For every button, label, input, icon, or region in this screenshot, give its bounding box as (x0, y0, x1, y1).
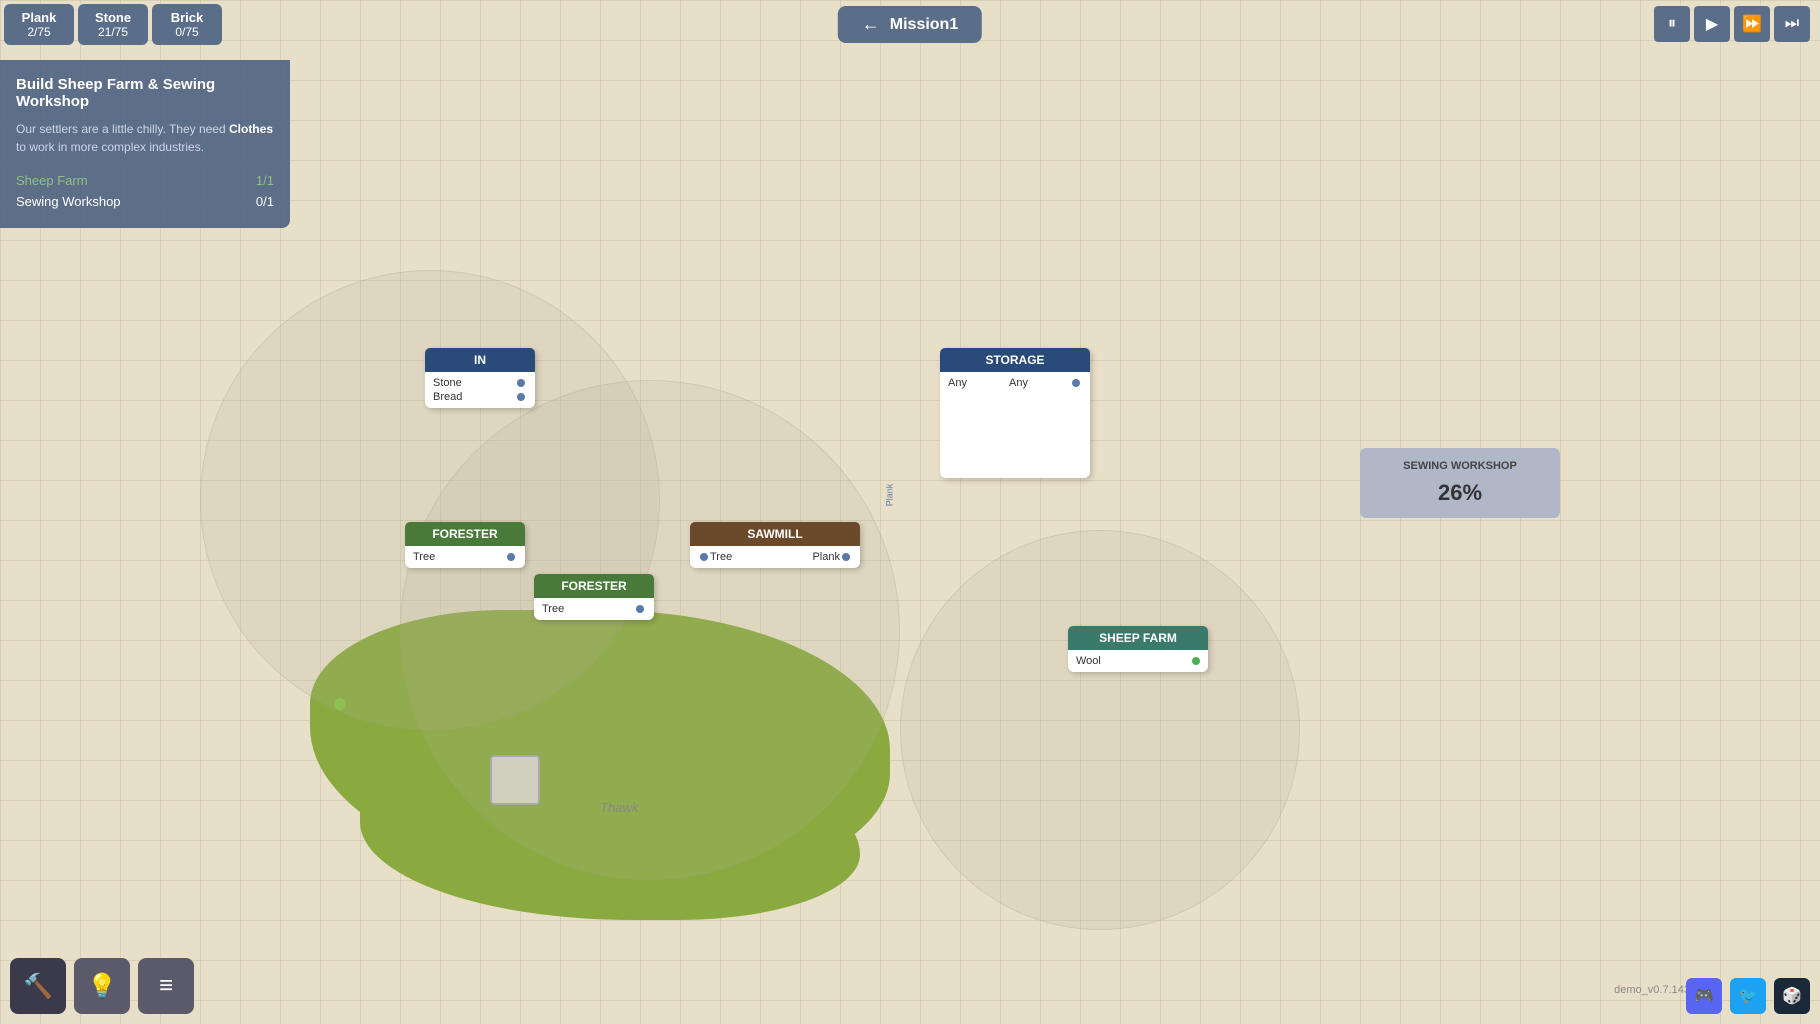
objective-sewing-workshop: Sewing Workshop 0/1 (16, 191, 274, 212)
fast-forward-button[interactable]: ⏩ (1734, 6, 1770, 42)
forester2-header: FORESTER (534, 574, 654, 598)
in-bread-row: Bread (433, 390, 527, 404)
pause-button[interactable]: ⏸ (1654, 6, 1690, 42)
forester1-tree-label: Tree (413, 551, 435, 563)
influence-circle-sheep (900, 530, 1300, 930)
forester1-body: Tree (405, 546, 525, 568)
bottom-toolbar: 🔨 💡 ≡ (10, 958, 194, 1014)
bulb-tool-button[interactable]: 💡 (74, 958, 130, 1014)
storage-node-body: Any Any (940, 372, 1090, 394)
sawmill-tree-in-port (700, 553, 708, 561)
discord-button[interactable]: 🎮 (1686, 978, 1722, 1014)
sheep-farm-wool-row: Wool (1076, 654, 1200, 668)
in-stone-label: Stone (433, 377, 462, 389)
in-node[interactable]: IN Stone Bread (425, 348, 535, 408)
sawmill-row: Tree Plank (698, 550, 852, 564)
speed-controls: ⏸ ▶ ⏩ ⏭ (1654, 6, 1810, 42)
menu-tool-button[interactable]: ≡ (138, 958, 194, 1014)
in-node-header: IN (425, 348, 535, 372)
sheep-farm-body: Wool (1068, 650, 1208, 672)
panel-title: Build Sheep Farm & Sewing Workshop (16, 76, 274, 110)
mission-back-button[interactable]: ← (862, 14, 880, 35)
panel-keyword: Clothes (229, 122, 273, 136)
objective-sewing-workshop-label: Sewing Workshop (16, 194, 121, 209)
forester1-node[interactable]: FORESTER Tree (405, 522, 525, 568)
forester2-tree-port (636, 605, 644, 613)
sheep-farm-node[interactable]: SHEEP FARM Wool (1068, 626, 1208, 672)
forester2-tree-row: Tree (542, 602, 646, 616)
sawmill-plank-port (842, 553, 850, 561)
sewing-workshop-panel[interactable]: SEWING WORKSHOP 26% (1360, 448, 1560, 518)
skip-button[interactable]: ⏭ (1774, 6, 1810, 42)
mission-panel: Build Sheep Farm & Sewing Workshop Our s… (0, 60, 290, 228)
objective-sheep-farm: Sheep Farm 1/1 (16, 170, 274, 191)
steam-button[interactable]: 🎲 (1774, 978, 1810, 1014)
in-bread-port (517, 393, 525, 401)
mission-title-text: Mission1 (890, 16, 958, 34)
influence-circle-2 (400, 380, 900, 880)
sewing-workshop-title: SEWING WORKSHOP (1380, 460, 1540, 472)
forester2-node[interactable]: FORESTER Tree (534, 574, 654, 620)
forester1-header: FORESTER (405, 522, 525, 546)
objective-sheep-farm-label: Sheep Farm (16, 173, 88, 188)
version-text: demo_v0.7.143 (1614, 984, 1690, 996)
in-node-body: Stone Bread (425, 372, 535, 408)
hammer-tool-button[interactable]: 🔨 (10, 958, 66, 1014)
play-button[interactable]: ▶ (1694, 6, 1730, 42)
in-stone-port (517, 379, 525, 387)
forester2-tree-label: Tree (542, 603, 564, 615)
twitter-button[interactable]: 🐦 (1730, 978, 1766, 1014)
sheep-farm-active-dot (1192, 657, 1200, 665)
forester2-body: Tree (534, 598, 654, 620)
resource-bar: Plank 2/75 Stone 21/75 Brick 0/75 (0, 0, 226, 49)
sawmill-tree-label: Tree (710, 551, 732, 563)
resource-stone: Stone 21/75 (78, 4, 148, 45)
resource-plank: Plank 2/75 (4, 4, 74, 45)
forester1-tree-row: Tree (413, 550, 517, 564)
storage-any-right: Any (1009, 377, 1028, 389)
sawmill-body: Tree Plank (690, 546, 860, 568)
storage-any-row: Any Any (948, 376, 1082, 390)
panel-description: Our settlers are a little chilly. They n… (16, 120, 274, 156)
storage-node[interactable]: STORAGE Any Any (940, 348, 1090, 478)
sawmill-node[interactable]: SAWMILL Tree Plank (690, 522, 860, 568)
mission-title-bar: ← Mission1 (838, 6, 982, 43)
storage-node-header: STORAGE (940, 348, 1090, 372)
in-stone-row: Stone (433, 376, 527, 390)
map-building-marker (490, 755, 540, 805)
map-label: Thawk (600, 800, 638, 815)
bottom-right-icons: 🎮 🐦 🎲 (1686, 978, 1810, 1014)
map-indicator-dot (334, 698, 346, 710)
resource-brick: Brick 0/75 (152, 4, 222, 45)
storage-any-left: Any (948, 377, 967, 389)
objective-sewing-workshop-progress: 0/1 (256, 194, 274, 209)
sheep-farm-header: SHEEP FARM (1068, 626, 1208, 650)
objective-sheep-farm-progress: 1/1 (256, 173, 274, 188)
in-bread-label: Bread (433, 391, 462, 403)
storage-any-port (1072, 379, 1080, 387)
sheep-farm-wool-label: Wool (1076, 655, 1101, 667)
sawmill-plank-label: Plank (812, 551, 840, 563)
sawmill-header: SAWMILL (690, 522, 860, 546)
forester1-tree-port (507, 553, 515, 561)
sewing-workshop-percent: 26% (1380, 480, 1540, 506)
plank-label: Plank (884, 484, 894, 507)
